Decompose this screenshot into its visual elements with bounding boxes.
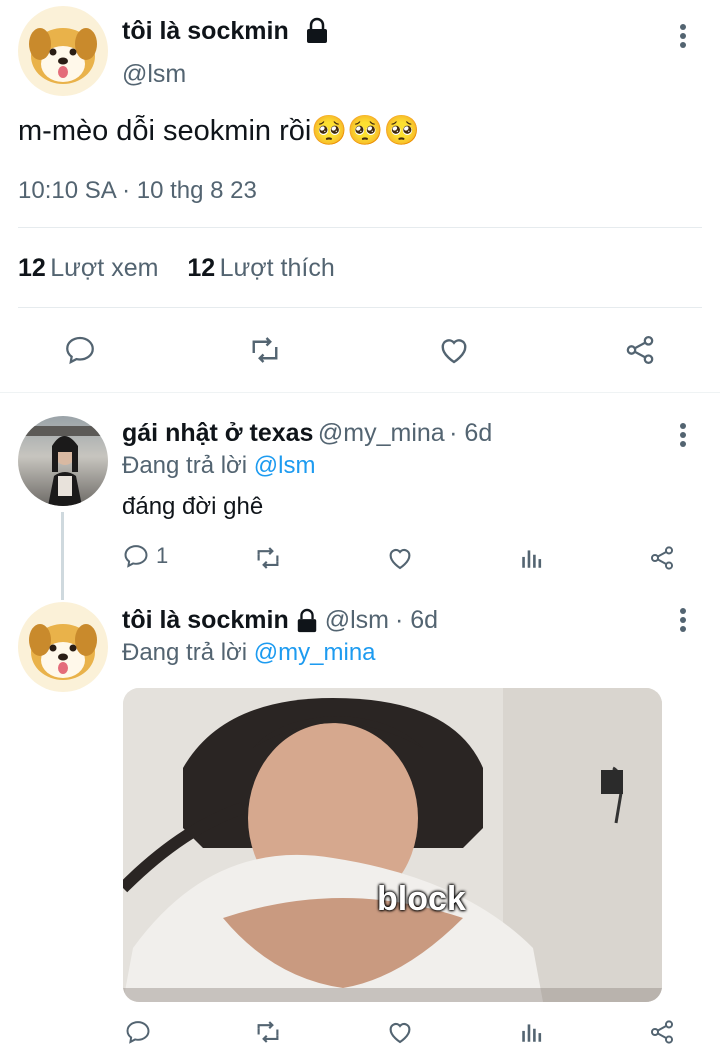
- retweet-icon[interactable]: [245, 330, 285, 370]
- handle[interactable]: @lsm: [122, 60, 186, 89]
- media-caption: block: [377, 880, 466, 918]
- more-icon[interactable]: [668, 419, 698, 451]
- lock-icon: [297, 608, 316, 632]
- lock-icon: [304, 17, 330, 45]
- handle[interactable]: @my_mina: [318, 419, 445, 447]
- replying-to: Đang trả lời @lsm: [122, 452, 315, 480]
- reply-icon[interactable]: [122, 1016, 154, 1048]
- likes-count[interactable]: 12: [187, 254, 215, 282]
- timestamp[interactable]: 10:10 SA · 10 thg 8 23: [18, 177, 257, 205]
- avatar[interactable]: [18, 416, 108, 506]
- views-label[interactable]: Lượt xem: [50, 254, 158, 282]
- handle[interactable]: @lsm: [325, 606, 389, 635]
- divider: [18, 307, 702, 308]
- display-name[interactable]: tôi là sockmin: [122, 17, 289, 46]
- mention-link[interactable]: @my_mina: [254, 639, 376, 666]
- like-icon[interactable]: [384, 1016, 416, 1048]
- like-icon[interactable]: [434, 330, 474, 370]
- thread-line: [61, 512, 64, 600]
- reply-action[interactable]: 1: [122, 542, 168, 570]
- display-name[interactable]: tôi là sockmin: [122, 606, 289, 635]
- section-divider: [0, 392, 720, 393]
- person-avatar-icon: [18, 426, 108, 506]
- more-icon[interactable]: [668, 20, 698, 52]
- replying-to-label: Đang trả lời: [122, 639, 248, 666]
- reply-header: gái nhật ở texas @my_mina · 6d: [122, 419, 492, 448]
- avatar[interactable]: [18, 6, 108, 96]
- share-icon[interactable]: [646, 542, 678, 574]
- stats-row: 12 Lượt xem 12 Lượt thích: [18, 254, 335, 283]
- reply-icon[interactable]: [60, 330, 100, 370]
- dog-avatar-icon: [29, 624, 97, 680]
- mention-link[interactable]: @lsm: [254, 452, 316, 479]
- avatar[interactable]: [18, 602, 108, 692]
- display-name[interactable]: gái nhật ở texas: [122, 419, 313, 447]
- analytics-icon[interactable]: [516, 542, 548, 574]
- more-icon[interactable]: [668, 604, 698, 636]
- tweet-text: đáng đời ghê: [122, 493, 264, 520]
- analytics-icon[interactable]: [516, 1016, 548, 1048]
- timestamp[interactable]: · 6d: [449, 419, 492, 447]
- share-icon[interactable]: [646, 1016, 678, 1048]
- retweet-icon[interactable]: [252, 542, 284, 574]
- retweet-icon[interactable]: [252, 1016, 284, 1048]
- dog-avatar-icon: [29, 28, 97, 84]
- reply-icon[interactable]: [122, 542, 150, 570]
- media-image[interactable]: block: [123, 688, 662, 1002]
- replying-to-label: Đang trả lời: [122, 452, 248, 479]
- share-icon[interactable]: [620, 330, 660, 370]
- tweet-text: m-mèo dỗi seokmin rồi🥺🥺🥺: [18, 115, 420, 147]
- timestamp[interactable]: · 6d: [395, 606, 438, 635]
- reply-count: 1: [156, 543, 169, 568]
- reply-header: tôi là sockmin @lsm · 6d: [122, 606, 438, 635]
- views-count[interactable]: 12: [18, 254, 46, 282]
- replying-to: Đang trả lời @my_mina: [122, 639, 376, 667]
- photo-illustration: [123, 688, 662, 1002]
- like-icon[interactable]: [384, 542, 416, 574]
- likes-label[interactable]: Lượt thích: [220, 254, 335, 282]
- divider: [18, 227, 702, 228]
